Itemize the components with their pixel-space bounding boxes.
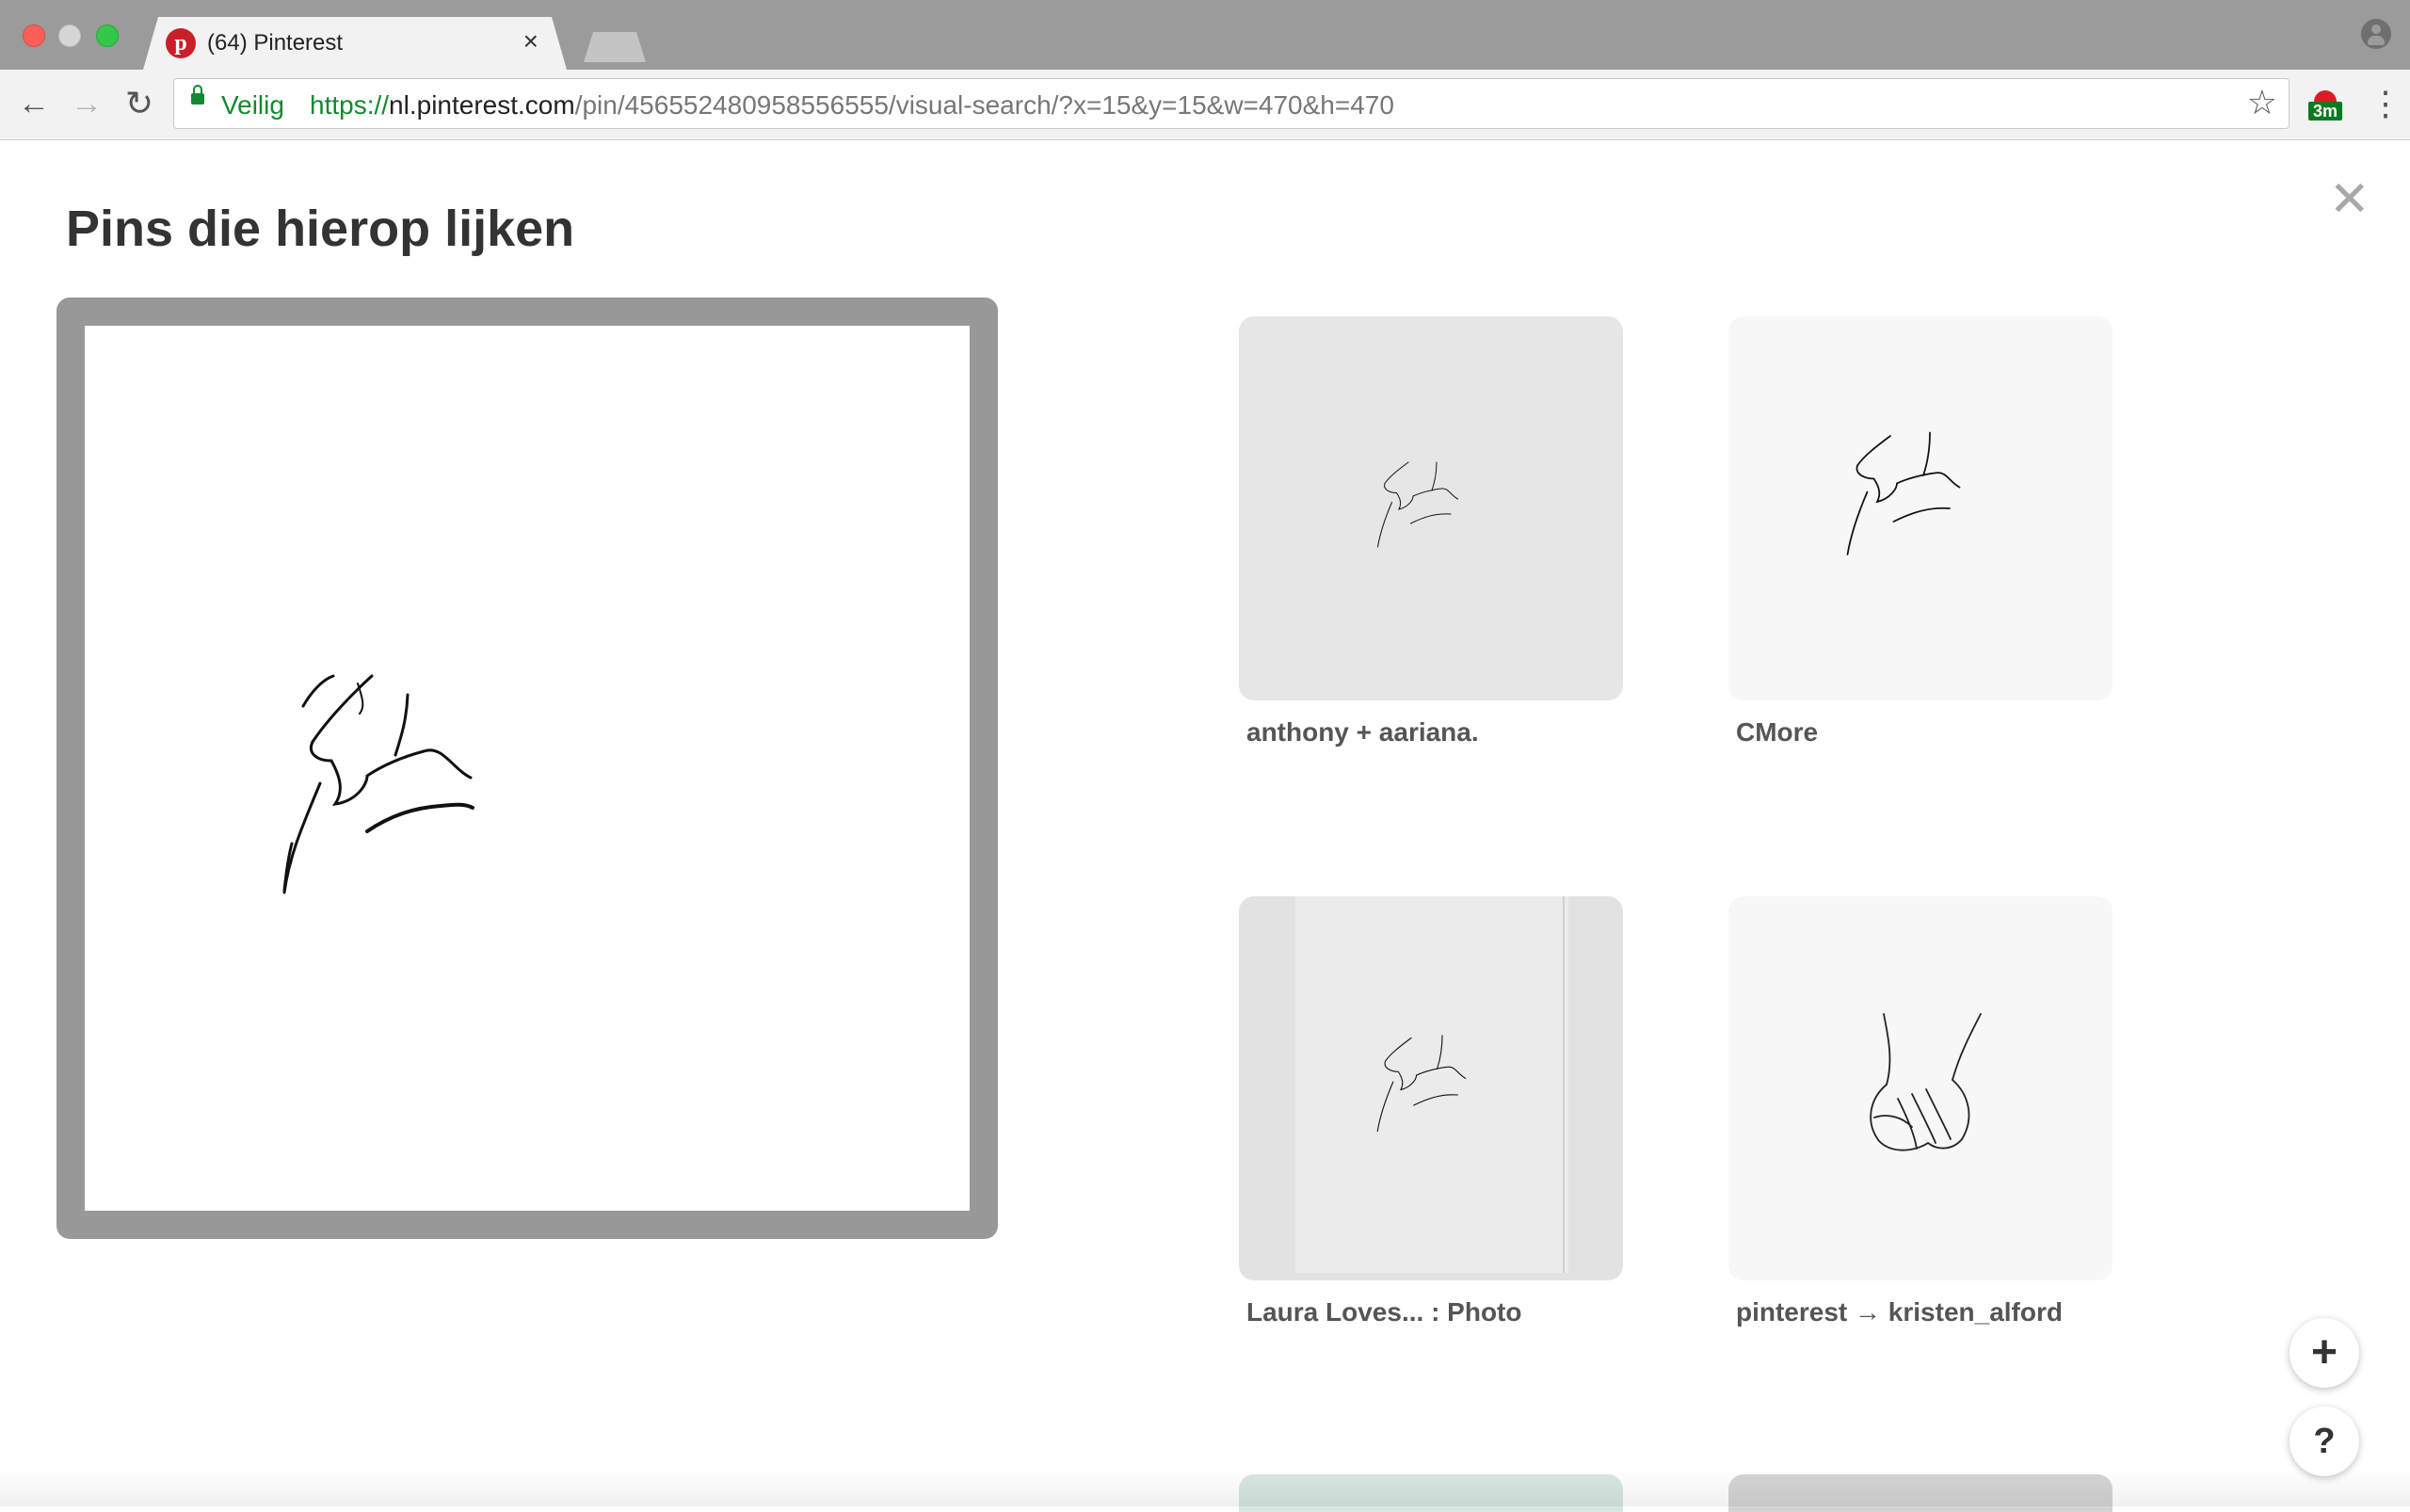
- bookmark-star-icon[interactable]: ☆: [2247, 83, 2277, 122]
- address-bar[interactable]: Veilig https://nl.pinterest.com/pin/4565…: [173, 78, 2290, 129]
- window-zoom-button[interactable]: [96, 24, 119, 47]
- url-path: /pin/456552480958556555/visual-search/?x…: [574, 90, 1394, 120]
- extension-badge: 3m: [2308, 102, 2342, 121]
- pinterest-logo-icon: p: [166, 28, 196, 58]
- more-vert-icon[interactable]: ⋮: [2369, 83, 2402, 124]
- pin-image[interactable]: [1239, 316, 1623, 700]
- pin-title[interactable]: CMore: [1736, 717, 2113, 748]
- line-art-thumbnail: [1846, 431, 1961, 555]
- window-minimize-button[interactable]: [58, 24, 81, 47]
- close-icon[interactable]: ✕: [2329, 175, 2370, 224]
- pin-title[interactable]: Laura Loves... : Photo: [1246, 1297, 1623, 1327]
- pin-image[interactable]: [1239, 896, 1623, 1280]
- page-title: Pins die hierop lijken: [66, 201, 575, 257]
- photo-with-line-art: [1295, 896, 1568, 1273]
- profile-icon[interactable]: [2361, 19, 2391, 49]
- pin-title[interactable]: pinterest → kristen_alford: [1736, 1297, 2113, 1327]
- reload-icon[interactable]: ↻: [119, 83, 160, 124]
- selected-pin-frame[interactable]: [56, 298, 998, 1239]
- window-close-button[interactable]: [23, 24, 45, 47]
- pin-card-1[interactable]: anthony + aariana.: [1239, 316, 1623, 748]
- url-text[interactable]: https://nl.pinterest.com/pin/45655248095…: [310, 90, 1394, 121]
- extension-icon[interactable]: 3m: [2308, 90, 2344, 121]
- back-arrow-icon[interactable]: ←: [13, 83, 55, 124]
- pin-image[interactable]: [1728, 896, 2113, 1280]
- help-button[interactable]: ?: [2290, 1407, 2359, 1476]
- pin-card-5-partial[interactable]: [1239, 1474, 1623, 1512]
- hands-line-art: [1870, 1013, 1982, 1151]
- browser-toolbar: ← → ↻ Veilig https://nl.pinterest.com/pi…: [0, 70, 2410, 140]
- pin-card-4[interactable]: pinterest → kristen_alford: [1728, 896, 2113, 1327]
- new-tab-button[interactable]: [584, 32, 646, 62]
- line-art-illustration: [282, 674, 474, 894]
- tab-title: (64) Pinterest: [207, 30, 344, 56]
- browser-tab-bar: p (64) Pinterest ×: [0, 0, 2410, 70]
- pin-card-2[interactable]: CMore: [1728, 316, 2113, 748]
- pin-image[interactable]: [1728, 316, 2113, 700]
- pin-title[interactable]: anthony + aariana.: [1246, 717, 1623, 748]
- selected-pin-image: [85, 326, 970, 1211]
- forward-arrow-icon[interactable]: →: [66, 83, 107, 124]
- pin-card-3[interactable]: Laura Loves... : Photo: [1239, 896, 1623, 1327]
- lock-icon: [191, 85, 204, 105]
- tab-close-icon[interactable]: ×: [523, 26, 538, 56]
- url-scheme: https://: [310, 90, 390, 120]
- pin-card-6-partial[interactable]: [1728, 1474, 2113, 1512]
- browser-tab-pinterest[interactable]: p (64) Pinterest ×: [143, 17, 567, 70]
- add-button[interactable]: +: [2290, 1318, 2359, 1388]
- url-host: nl.pinterest.com: [389, 90, 575, 120]
- secure-label: Veilig: [221, 90, 284, 120]
- line-art-thumbnail: [1377, 461, 1458, 548]
